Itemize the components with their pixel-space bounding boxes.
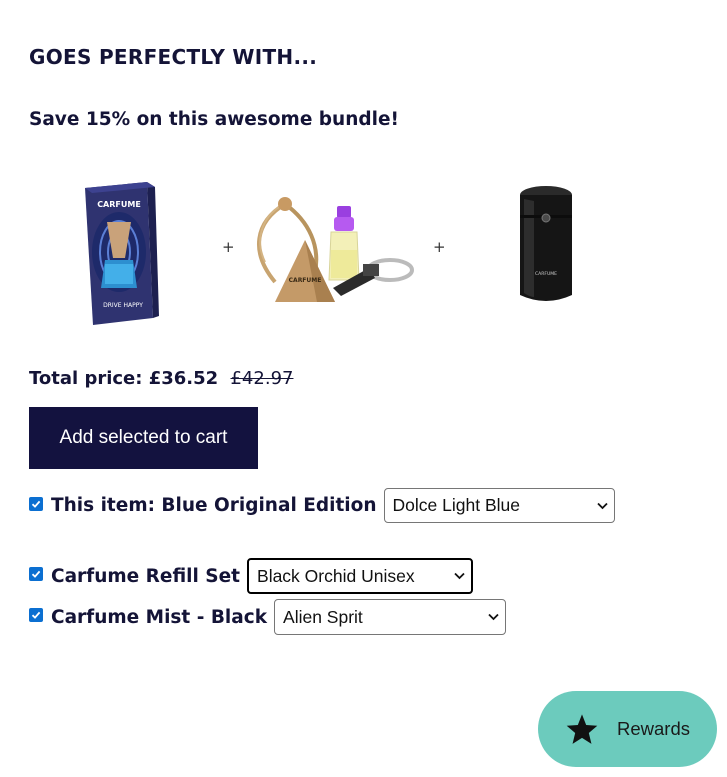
box-brand-text: CARFUME — [97, 200, 141, 209]
mist-bottle-image[interactable]: CARFUME — [510, 185, 582, 307]
original-price: £42.97 — [230, 368, 294, 389]
rewards-label: Rewards — [617, 718, 690, 739]
star-icon — [566, 714, 598, 744]
item-checkbox[interactable] — [29, 567, 43, 581]
bundle-item-row: Carfume Refill Set Black Orchid Unisex — [29, 558, 474, 594]
variant-select-value: Alien Sprit — [283, 606, 363, 627]
checkmark-icon — [31, 570, 41, 578]
variant-select[interactable]: Dolce Light Blue — [383, 488, 615, 523]
plus-separator: + — [222, 238, 235, 256]
add-to-cart-button[interactable]: Add selected to cart — [29, 407, 258, 469]
bundle-item-row: This item: Blue Original Edition Dolce L… — [29, 488, 615, 523]
variant-select-value: Dolce Light Blue — [392, 495, 520, 515]
tag-brand-text: CARFUME — [289, 277, 322, 284]
variant-select[interactable]: Alien Sprit — [274, 599, 507, 635]
bottle-label-text: CARFUME — [535, 271, 557, 277]
rewards-button[interactable]: Rewards — [538, 691, 717, 767]
item-checkbox[interactable] — [29, 496, 43, 511]
item-label: Carfume Refill Set — [51, 565, 241, 587]
bundle-item-row: Carfume Mist - Black Alien Sprit — [29, 599, 507, 635]
total-price-label: Total price: — [29, 368, 143, 389]
total-price-value: £36.52 — [148, 368, 219, 389]
variant-select-value: Black Orchid Unisex — [257, 565, 415, 586]
chevron-down-icon — [454, 572, 465, 580]
item-label: This item: Blue Original Edition — [51, 495, 377, 516]
item-label: Carfume Mist - Black — [51, 606, 268, 628]
checkmark-icon — [31, 500, 41, 508]
plus-separator: + — [433, 238, 446, 256]
variant-select[interactable]: Black Orchid Unisex — [247, 558, 474, 594]
item-checkbox[interactable] — [29, 608, 43, 622]
refill-set-image[interactable]: CARFUME — [245, 192, 417, 310]
box-tagline-text: DRIVE HAPPY — [103, 302, 143, 309]
section-heading: GOES PERFECTLY WITH... — [29, 45, 318, 69]
bundle-subheading: Save 15% on this awesome bundle! — [29, 109, 399, 130]
chevron-down-icon — [488, 613, 499, 621]
total-price-row: Total price: £36.52 £42.97 — [29, 368, 293, 389]
chevron-down-icon — [596, 502, 608, 509]
checkmark-icon — [31, 611, 41, 619]
carfume-box-image[interactable]: CARFUME DRIVE HAPPY — [35, 160, 208, 335]
